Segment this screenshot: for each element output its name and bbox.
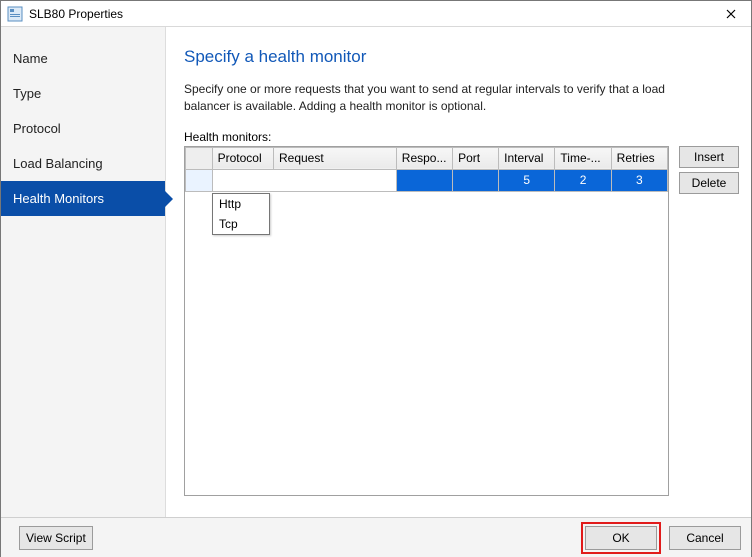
sidebar-item-health-monitors[interactable]: Health Monitors [1,181,165,216]
col-interval[interactable]: Interval [499,147,555,169]
sidebar-item-load-balancing[interactable]: Load Balancing [1,146,165,181]
col-retries[interactable]: Retries [611,147,667,169]
request-input[interactable] [274,170,396,191]
cell-protocol[interactable]: ▾ [212,169,273,191]
view-script-button[interactable]: View Script [19,526,93,550]
grid-corner [186,147,213,169]
col-protocol[interactable]: Protocol [212,147,273,169]
cell-request[interactable] [273,169,396,191]
ok-highlight: OK [581,522,661,554]
grid-label: Health monitors: [184,130,739,144]
ok-button[interactable]: OK [585,526,657,550]
protocol-dropdown[interactable]: Http Tcp [212,193,270,235]
close-button[interactable] [711,1,751,27]
insert-button[interactable]: Insert [679,146,739,168]
app-icon [7,6,23,22]
cell-response[interactable] [396,169,452,191]
sidebar-item-type[interactable]: Type [1,76,165,111]
main-panel: Specify a health monitor Specify one or … [166,27,751,517]
grid-row[interactable]: ▾ 5 2 3 [186,169,668,191]
footer: View Script OK Cancel [1,517,751,557]
titlebar: SLB80 Properties [1,1,751,27]
cell-retries[interactable]: 3 [611,169,667,191]
cell-interval[interactable]: 5 [499,169,555,191]
row-header[interactable] [186,169,213,191]
col-response[interactable]: Respo... [396,147,452,169]
dropdown-option-tcp[interactable]: Tcp [213,214,269,234]
cell-timeout[interactable]: 2 [555,169,611,191]
page-description: Specify one or more requests that you wa… [184,81,704,116]
delete-button[interactable]: Delete [679,172,739,194]
window-title: SLB80 Properties [29,7,123,21]
sidebar-item-protocol[interactable]: Protocol [1,111,165,146]
page-heading: Specify a health monitor [184,47,739,67]
cancel-button[interactable]: Cancel [669,526,741,550]
health-monitors-grid[interactable]: Protocol Request Respo... Port Interval … [184,146,669,496]
col-port[interactable]: Port [453,147,499,169]
col-request[interactable]: Request [273,147,396,169]
col-timeout[interactable]: Time-... [555,147,611,169]
cell-port[interactable] [453,169,499,191]
dropdown-option-http[interactable]: Http [213,194,269,214]
sidebar-item-name[interactable]: Name [1,41,165,76]
sidebar: Name Type Protocol Load Balancing Health… [1,27,166,517]
